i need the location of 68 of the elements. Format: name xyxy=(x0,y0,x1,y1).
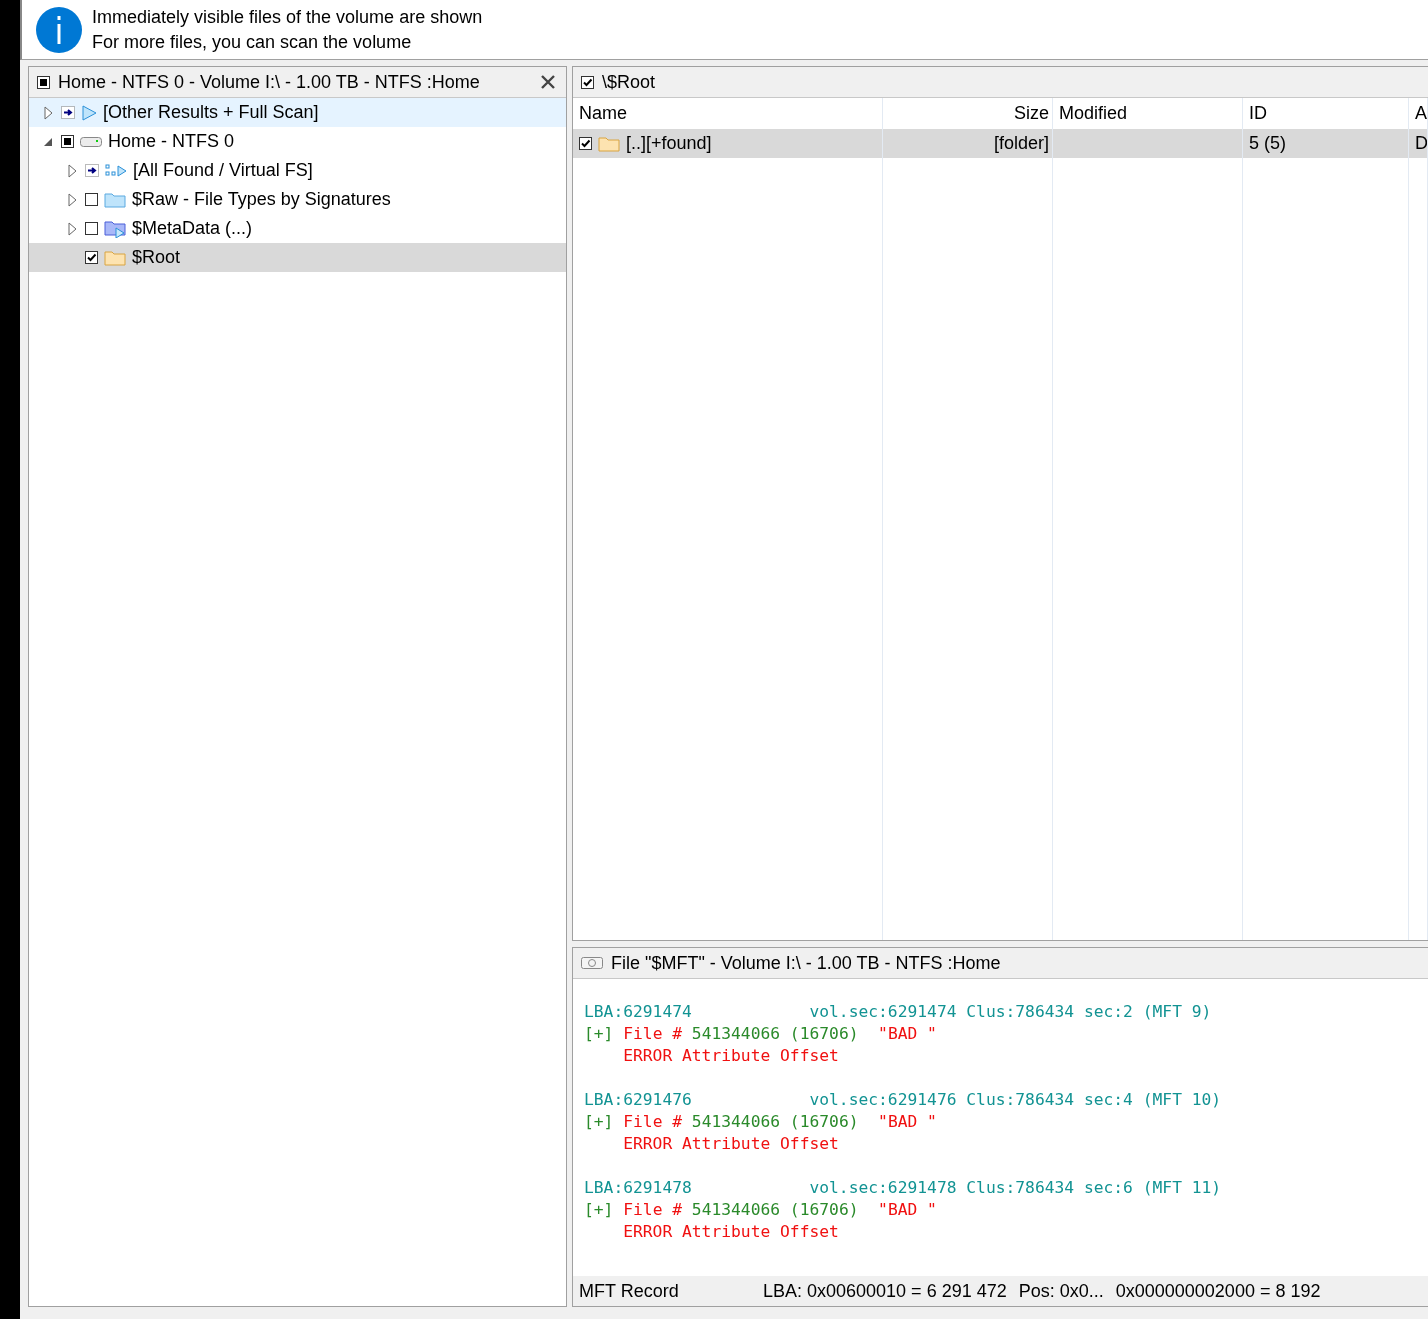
table-cell: 5 (5) xyxy=(1249,133,1286,154)
file-label: File # xyxy=(623,1199,683,1221)
column-header[interactable]: Size xyxy=(883,103,1053,124)
tree-item[interactable]: $MetaData (...) xyxy=(29,214,566,243)
error-text: ERROR Attribute Offset xyxy=(623,1221,839,1243)
checkbox[interactable] xyxy=(85,193,98,206)
file-label: File # xyxy=(623,1111,683,1133)
signature-text: "BAD " xyxy=(878,1111,937,1133)
panel-title: File "$MFT" - Volume I:\ - 1.00 TB - NTFS :Home xyxy=(611,952,1001,974)
jump-icon[interactable] xyxy=(61,106,75,119)
play-icon xyxy=(81,104,97,121)
expand-icon[interactable] xyxy=(67,221,77,236)
table-cell: D xyxy=(1415,133,1428,154)
error-text: ERROR Attribute Offset xyxy=(623,1045,839,1067)
expand-icon[interactable] xyxy=(67,192,77,207)
expand-toggle[interactable]: [+] xyxy=(584,1023,614,1045)
lba-text: LBA:6291476 xyxy=(584,1089,692,1111)
folder-icon xyxy=(598,135,620,152)
column-header[interactable]: ID xyxy=(1243,103,1409,124)
column-header[interactable]: A xyxy=(1409,103,1428,124)
location-text: vol.sec:6291474 Clus:786434 sec:2 (MFT 9) xyxy=(809,1001,1212,1023)
tree-item[interactable]: $Root xyxy=(29,243,566,272)
virtual-folder-icon xyxy=(105,162,127,179)
tree-item[interactable]: [All Found / Virtual FS] xyxy=(29,156,566,185)
lba-text: LBA:6291474 xyxy=(584,1001,692,1023)
tree-item[interactable]: $Raw - File Types by Signatures xyxy=(29,185,566,214)
expand-toggle[interactable]: [+] xyxy=(584,1111,614,1133)
checkbox[interactable] xyxy=(37,75,50,89)
folder-icon xyxy=(104,191,126,208)
status-label: MFT Record xyxy=(579,1280,680,1302)
checkbox[interactable] xyxy=(85,251,98,264)
lba-value: LBA: 0x00600010 = 6 291 472 xyxy=(763,1280,1007,1302)
file-number: 541344066 (16706) xyxy=(691,1199,859,1221)
column-header[interactable]: Modified xyxy=(1053,103,1243,124)
collapse-icon[interactable] xyxy=(43,136,53,147)
tree-item[interactable]: [Other Results + Full Scan] xyxy=(29,98,566,127)
jump-icon[interactable] xyxy=(85,164,99,177)
file-number: 541344066 (16706) xyxy=(691,1023,859,1045)
table-cell: [..][+found] xyxy=(626,133,712,154)
folder-icon xyxy=(104,249,126,266)
position-value: Pos: 0x0... xyxy=(1018,1280,1104,1302)
signature-text: "BAD " xyxy=(878,1199,937,1221)
info-text: For more files, you can scan the volume xyxy=(92,30,413,54)
checkbox[interactable] xyxy=(61,135,74,148)
drive-icon xyxy=(80,135,102,148)
signature-text: "BAD " xyxy=(878,1023,937,1045)
panel-title: \$Root xyxy=(602,71,656,93)
offset-value: 0x000000002000 = 8 192 xyxy=(1115,1280,1321,1302)
expand-icon[interactable] xyxy=(67,163,77,178)
file-label: File # xyxy=(623,1023,683,1045)
error-text: ERROR Attribute Offset xyxy=(623,1133,839,1155)
column-header[interactable]: Name xyxy=(573,103,883,124)
tree-item[interactable]: Home - NTFS 0 xyxy=(29,127,566,156)
info-text: Immediately visible files of the volume are shown xyxy=(92,5,483,29)
file-number: 541344066 (16706) xyxy=(691,1111,859,1133)
expand-icon[interactable] xyxy=(43,105,53,120)
checkbox[interactable] xyxy=(581,75,594,89)
location-text: vol.sec:6291478 Clus:786434 sec:6 (MFT 11) xyxy=(809,1177,1222,1199)
file-row[interactable]: [..][+found] [folder] 5 (5) D xyxy=(573,129,1428,158)
checkbox[interactable] xyxy=(85,222,98,235)
lba-text: LBA:6291478 xyxy=(584,1177,692,1199)
location-text: vol.sec:6291476 Clus:786434 sec:4 (MFT 10) xyxy=(809,1089,1222,1111)
checkbox[interactable] xyxy=(579,137,592,150)
expand-toggle[interactable]: [+] xyxy=(584,1199,614,1221)
folder-icon xyxy=(104,219,126,238)
table-cell: [folder] xyxy=(993,133,1049,154)
info-icon xyxy=(36,6,82,53)
panel-title: Home - NTFS 0 - Volume I:\ - 1.00 TB - NTFS :Home xyxy=(58,71,480,93)
